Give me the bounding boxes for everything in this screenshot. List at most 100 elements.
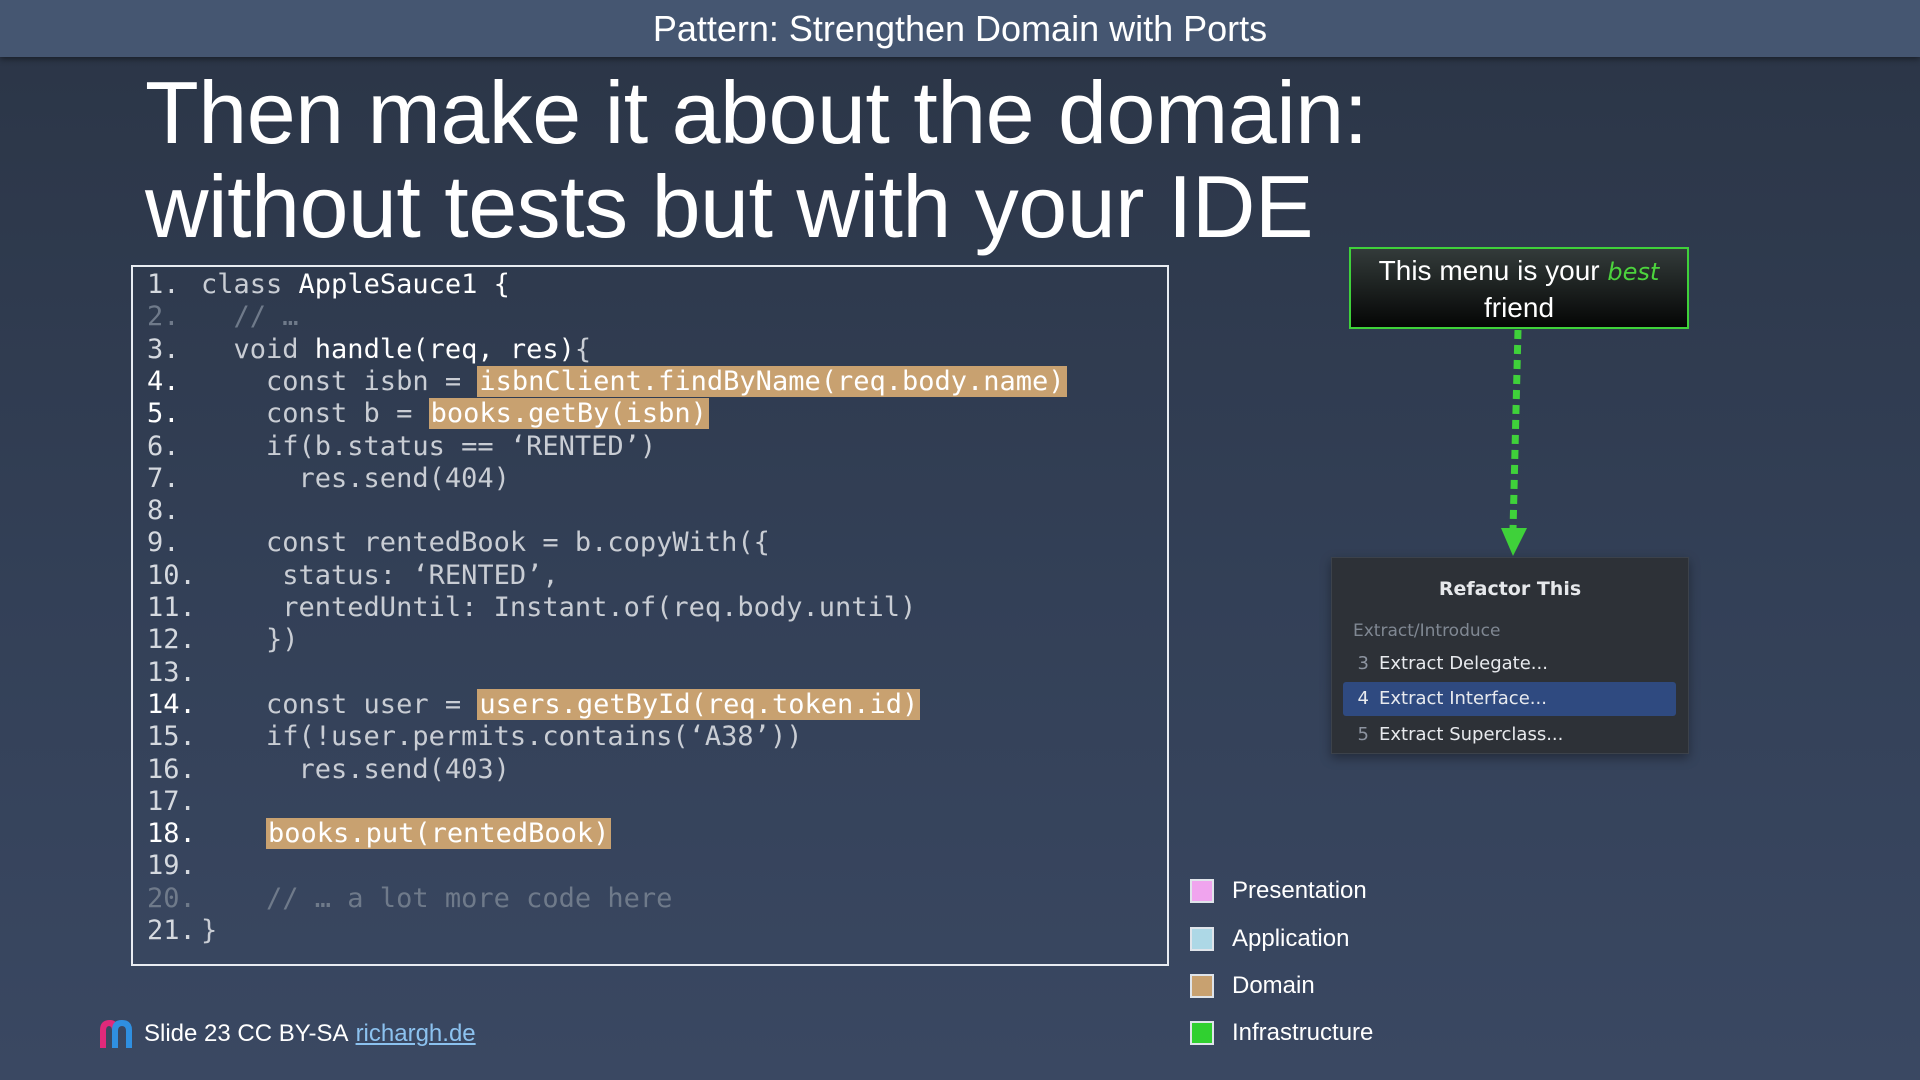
slide-title-line-1: Then make it about the domain: <box>145 63 1368 162</box>
code-text: if(b.status == ‘RENTED’) <box>201 430 657 462</box>
code-line: 21.} <box>147 915 217 947</box>
footer-license-text: Slide 23 CC BY-SA <box>144 1020 349 1047</box>
code-text: const b = <box>201 398 429 430</box>
footer-link[interactable]: richargh.de <box>356 1020 476 1048</box>
code-text: res.send(404) <box>201 462 510 494</box>
code-text: const isbn = <box>201 365 478 397</box>
code-line: 3. void handle(req, res){ <box>147 334 591 366</box>
code-line: 11. rentedUntil: Instant.of(req.body.unt… <box>147 592 916 624</box>
code-identifier: handle(req, res) <box>314 333 575 365</box>
code-line: 5. const b = books.getBy(isbn) <box>147 398 709 430</box>
code-line: 15. if(!user.permits.contains(‘A38’)) <box>147 721 802 753</box>
slide-title: Then make it about the domain: without t… <box>145 66 1475 254</box>
slide-header-bar: Pattern: Strengthen Domain with Ports <box>0 0 1920 57</box>
domain-highlight: books.getBy(isbn) <box>428 398 709 430</box>
legend-label: Application <box>1232 925 1350 952</box>
code-text: status: ‘RENTED’, <box>201 559 559 591</box>
code-line-number: 12. <box>147 624 196 656</box>
code-line-number: 9. <box>147 527 180 559</box>
code-line: 9. const rentedBook = b.copyWith({ <box>147 527 770 559</box>
code-line: 16. res.send(403) <box>147 754 510 786</box>
code-text: { <box>574 333 592 365</box>
menu-item-extract-interface[interactable]: 4 Extract Interface... <box>1343 682 1676 716</box>
slide-title-line-2: without tests but with your IDE <box>145 157 1314 256</box>
code-text: const rentedBook = b.copyWith({ <box>201 527 770 559</box>
code-line: 2. // … <box>147 301 299 333</box>
menu-item-extract-delegate[interactable]: 3 Extract Delegate... <box>1343 647 1676 681</box>
code-line-number: 21. <box>147 915 196 946</box>
code-line-number: 1. <box>147 269 180 300</box>
code-line-number: 15. <box>147 721 196 753</box>
code-line-number: 16. <box>147 753 196 785</box>
legend-swatch <box>1190 1021 1214 1045</box>
code-line: 10. status: ‘RENTED’, <box>147 560 559 592</box>
code-line-number: 5. <box>147 398 180 430</box>
menu-title: Refactor This <box>1438 578 1582 600</box>
code-line: 20. // … a lot more code here <box>147 883 672 915</box>
domain-highlight: isbnClient.findByName(req.body.name) <box>477 365 1067 397</box>
code-line-number: 7. <box>147 462 180 494</box>
refactor-this-menu: Refactor This Extract/Introduce 3 Extract… <box>1331 557 1689 754</box>
code-line-number: 3. <box>147 333 180 365</box>
legend-item-domain: Domain <box>1190 971 1315 1001</box>
code-line: 6. if(b.status == ‘RENTED’) <box>147 431 656 463</box>
code-line-number: 11. <box>147 592 196 623</box>
code-line-number: 17. <box>147 785 196 817</box>
menu-item-extract-superclass[interactable]: 5 Extract Superclass... <box>1343 718 1676 752</box>
code-line: 12. }) <box>147 624 299 656</box>
code-text: class <box>201 269 299 300</box>
code-text: const user = <box>201 688 478 720</box>
code-line-number: 10. <box>147 559 196 591</box>
code-text: }) <box>201 624 299 656</box>
code-text: } <box>201 915 218 946</box>
menu-item-label: Extract Superclass... <box>1379 724 1564 745</box>
callout-box: This menu is your best friend <box>1349 247 1689 329</box>
menu-item-shortcut: 5 <box>1357 724 1369 745</box>
legend-item-application: Application <box>1190 924 1349 954</box>
legend-swatch <box>1190 879 1214 903</box>
code-text: if(!user.permits.contains(‘A38’)) <box>201 721 803 753</box>
code-line-number: 8. <box>147 495 180 527</box>
code-line: 13. <box>147 657 201 689</box>
callout-text-start: This menu is your <box>1378 255 1608 286</box>
code-line: 17. <box>147 786 201 818</box>
dotted-arrow-down-icon <box>1501 330 1527 556</box>
code-identifier: AppleSauce1 { <box>298 269 510 300</box>
legend-item-infrastructure: Infrastructure <box>1190 1018 1373 1048</box>
code-line: 7. res.send(404) <box>147 463 510 495</box>
menu-item-shortcut: 3 <box>1357 653 1369 674</box>
domain-highlight: books.put(rentedBook) <box>266 818 612 850</box>
code-line-number: 2. <box>147 301 180 333</box>
code-line-number: 18. <box>147 818 196 850</box>
callout-emphasis: best <box>1607 258 1660 286</box>
legend-swatch <box>1190 927 1214 951</box>
domain-highlight: users.getById(req.token.id) <box>477 688 921 720</box>
slide-pattern-title: Pattern: Strengthen Domain with Ports <box>652 7 1268 49</box>
legend-label: Infrastructure <box>1232 1019 1374 1046</box>
callout-text-end: friend <box>1483 292 1555 323</box>
code-line-number: 4. <box>147 365 180 397</box>
code-line: 1. class AppleSauce1 { <box>147 269 510 301</box>
menu-item-label: Extract Interface... <box>1379 688 1547 709</box>
code-line: 19. <box>147 850 201 882</box>
legend-label: Domain <box>1232 972 1315 999</box>
code-text: rentedUntil: Instant.of(req.body.until) <box>201 592 917 623</box>
legend-swatch <box>1190 974 1214 998</box>
code-text: res.send(403) <box>201 753 510 785</box>
richargh-logo-icon <box>100 1020 132 1048</box>
code-line: 18. books.put(rentedBook) <box>147 818 612 850</box>
code-text: // … <box>201 301 299 333</box>
code-line: 8. <box>147 495 201 527</box>
code-line-number: 20. <box>147 882 196 914</box>
code-line: 4. const isbn = isbnClient.findByName(re… <box>147 365 1067 398</box>
code-line-number: 19. <box>147 850 196 882</box>
menu-item-shortcut: 4 <box>1357 688 1369 709</box>
code-listing: 1. class AppleSauce1 {2. // … 3. void hand… <box>131 265 1169 966</box>
code-line-number: 6. <box>147 430 180 462</box>
menu-section-label: Extract/Introduce <box>1353 621 1501 641</box>
code-text: // … a lot more code here <box>201 882 673 914</box>
code-line-number: 14. <box>147 688 196 720</box>
menu-item-label: Extract Delegate... <box>1379 653 1548 674</box>
legend-item-presentation: Presentation <box>1190 876 1367 906</box>
